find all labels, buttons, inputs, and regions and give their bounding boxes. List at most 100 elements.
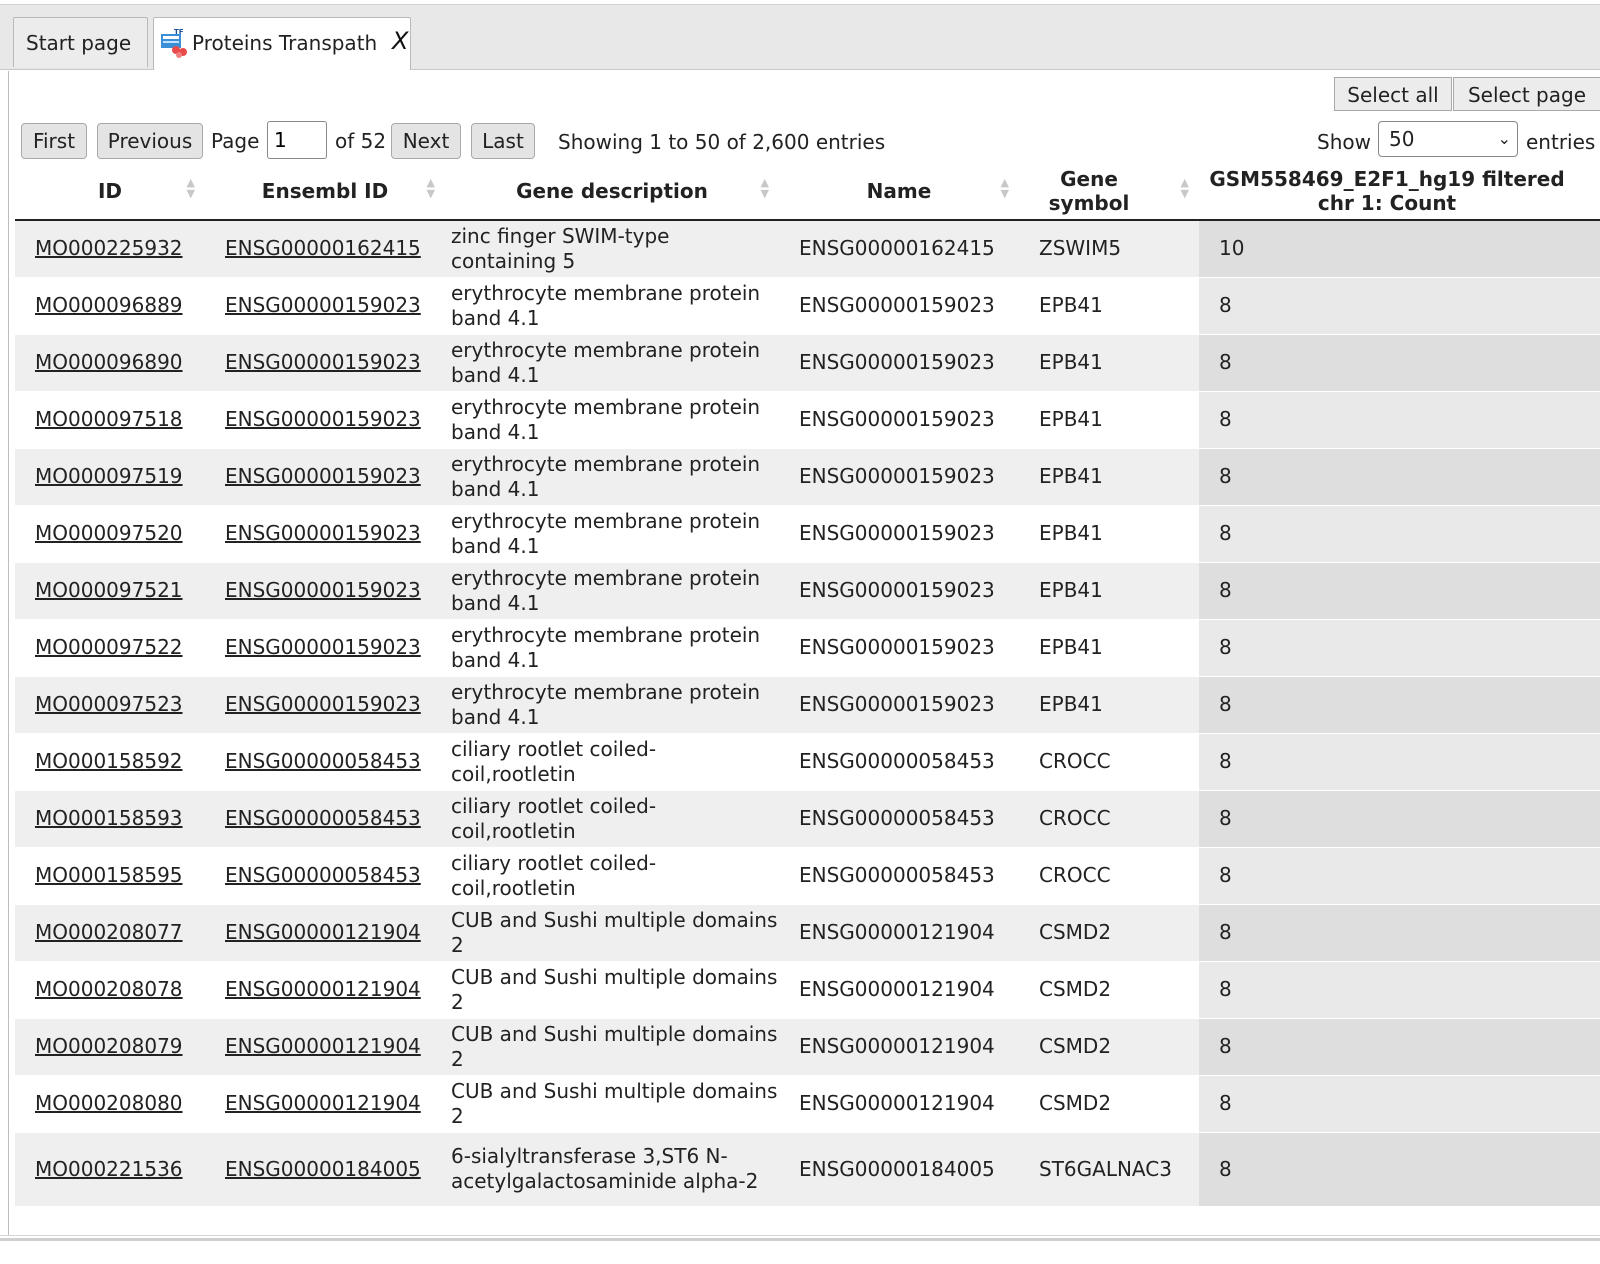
table-row[interactable]: MO000097519 ENSG00000159023 erythrocyte me… (15, 447, 1600, 505)
ensembl-id-link[interactable]: ENSG00000159023 (205, 675, 445, 733)
close-tab-icon[interactable]: X (392, 16, 408, 66)
row-id-link[interactable]: MO000208078 (15, 960, 205, 1018)
gene-description: CUB and Sushi multiple domains 2 (445, 960, 779, 1018)
next-page-button[interactable]: Next (391, 123, 461, 159)
last-page-button[interactable]: Last (471, 123, 535, 159)
row-id-link[interactable]: MO000096890 (15, 333, 205, 391)
table-row[interactable]: MO000096890 ENSG00000159023 erythrocyte me… (15, 333, 1600, 391)
table-header-row: ID ▲ ▼ Ensembl ID ▲ ▼ Gene description ▲ ▼ … (15, 163, 1600, 221)
row-id-link[interactable]: MO000097520 (15, 504, 205, 562)
ensembl-id-link[interactable]: ENSG00000159023 (205, 618, 445, 676)
table-row[interactable]: MO000208078 ENSG00000121904 CUB and Sushi … (15, 960, 1600, 1018)
table-row[interactable]: MO000208080 ENSG00000121904 CUB and Sushi … (15, 1074, 1600, 1132)
select-page-button[interactable]: Select page (1453, 77, 1600, 111)
gene-symbol: CROCC (1019, 846, 1199, 904)
previous-page-button[interactable]: Previous (97, 123, 203, 159)
tab-proteins-label: Proteins Transpath (192, 31, 378, 55)
column-header-symbol-label: Gene symbol (1048, 167, 1130, 215)
table-row[interactable]: MO000225932 ENSG00000162415 zinc finger SW… (15, 219, 1600, 277)
ensembl-id-link[interactable]: ENSG00000058453 (205, 846, 445, 904)
row-id-link[interactable]: MO000097519 (15, 447, 205, 505)
count-value: 8 (1199, 846, 1600, 904)
page-number-input[interactable] (267, 121, 327, 159)
row-id-link[interactable]: MO000096889 (15, 276, 205, 334)
table-row[interactable]: MO000158593 ENSG00000058453 ciliary rootle… (15, 789, 1600, 847)
gene-symbol: CSMD2 (1019, 960, 1199, 1018)
table-row[interactable]: MO000158592 ENSG00000058453 ciliary rootle… (15, 732, 1600, 790)
ensembl-id-link[interactable]: ENSG00000159023 (205, 447, 445, 505)
row-id-link[interactable]: MO000097523 (15, 675, 205, 733)
gene-description: ciliary rootlet coiled-coil,rootletin (445, 732, 779, 790)
ensembl-id-link[interactable]: ENSG00000159023 (205, 276, 445, 334)
sort-arrows-icon: ▲ ▼ (1180, 176, 1189, 200)
table-row[interactable]: MO000097520 ENSG00000159023 erythrocyte me… (15, 504, 1600, 562)
gene-symbol: CSMD2 (1019, 903, 1199, 961)
tab-bar: Start page TF Proteins Transpath X (0, 5, 1600, 70)
gene-name: ENSG00000162415 (779, 219, 1019, 277)
entries-label: entries (1526, 130, 1596, 154)
select-all-button[interactable]: Select all (1334, 77, 1452, 111)
table-row[interactable]: MO000097522 ENSG00000159023 erythrocyte me… (15, 618, 1600, 676)
tab-start-page[interactable]: Start page (13, 17, 148, 67)
ensembl-id-link[interactable]: ENSG00000121904 (205, 1074, 445, 1132)
ensembl-id-link[interactable]: ENSG00000184005 (205, 1131, 445, 1206)
row-id-link[interactable]: MO000208077 (15, 903, 205, 961)
table-row[interactable]: MO000158595 ENSG00000058453 ciliary rootle… (15, 846, 1600, 904)
gene-name: ENSG00000159023 (779, 390, 1019, 448)
column-header-name[interactable]: Name ▲ ▼ (779, 163, 1019, 221)
table-row[interactable]: MO000097523 ENSG00000159023 erythrocyte me… (15, 675, 1600, 733)
column-header-gene-symbol[interactable]: Gene symbol ▲ ▼ (1019, 163, 1199, 221)
row-id-link[interactable]: MO000208079 (15, 1017, 205, 1075)
ensembl-id-link[interactable]: ENSG00000159023 (205, 390, 445, 448)
ensembl-id-link[interactable]: ENSG00000058453 (205, 732, 445, 790)
table-row[interactable]: MO000221536 ENSG00000184005 6-sialyltransf… (15, 1131, 1600, 1206)
gene-description: CUB and Sushi multiple domains 2 (445, 1074, 779, 1132)
table-network-icon: TF (161, 28, 187, 58)
row-id-link[interactable]: MO000158595 (15, 846, 205, 904)
gene-name: ENSG00000121904 (779, 1074, 1019, 1132)
row-id-link[interactable]: MO000097518 (15, 390, 205, 448)
table-row[interactable]: MO000208079 ENSG00000121904 CUB and Sushi … (15, 1017, 1600, 1075)
column-header-count-label: GSM558469_E2F1_hg19 filtered chr 1: Coun… (1209, 167, 1565, 215)
gene-name: ENSG00000159023 (779, 276, 1019, 334)
ensembl-id-link[interactable]: ENSG00000159023 (205, 561, 445, 619)
row-id-link[interactable]: MO000097521 (15, 561, 205, 619)
ensembl-id-link[interactable]: ENSG00000159023 (205, 504, 445, 562)
count-value: 8 (1199, 960, 1600, 1018)
gene-description: erythrocyte membrane protein band 4.1 (445, 618, 779, 676)
gene-name: ENSG00000159023 (779, 447, 1019, 505)
row-id-link[interactable]: MO000158592 (15, 732, 205, 790)
table-row[interactable]: MO000097521 ENSG00000159023 erythrocyte me… (15, 561, 1600, 619)
ensembl-id-link[interactable]: ENSG00000121904 (205, 960, 445, 1018)
column-header-ensembl-label: Ensembl ID (261, 179, 389, 203)
tab-proteins-transpath[interactable]: TF Proteins Transpath X (153, 17, 411, 70)
first-page-button[interactable]: First (21, 123, 87, 159)
table-row[interactable]: MO000208077 ENSG00000121904 CUB and Sushi … (15, 903, 1600, 961)
row-id-link[interactable]: MO000097522 (15, 618, 205, 676)
row-id-link[interactable]: MO000225932 (15, 219, 205, 277)
gene-name: ENSG00000058453 (779, 846, 1019, 904)
gene-description: ciliary rootlet coiled-coil,rootletin (445, 789, 779, 847)
ensembl-id-link[interactable]: ENSG00000162415 (205, 219, 445, 277)
ensembl-id-link[interactable]: ENSG00000058453 (205, 789, 445, 847)
count-value: 8 (1199, 675, 1600, 733)
ensembl-id-link[interactable]: ENSG00000121904 (205, 903, 445, 961)
row-id-link[interactable]: MO000208080 (15, 1074, 205, 1132)
table-row[interactable]: MO000096889 ENSG00000159023 erythrocyte me… (15, 276, 1600, 334)
column-header-gene-description[interactable]: Gene description ▲ ▼ (445, 163, 779, 221)
column-header-ensembl-id[interactable]: Ensembl ID ▲ ▼ (205, 163, 445, 221)
row-id-link[interactable]: MO000158593 (15, 789, 205, 847)
gene-symbol: CSMD2 (1019, 1017, 1199, 1075)
table-row[interactable]: MO000097518 ENSG00000159023 erythrocyte me… (15, 390, 1600, 448)
gene-symbol: ZSWIM5 (1019, 219, 1199, 277)
ensembl-id-link[interactable]: ENSG00000159023 (205, 333, 445, 391)
page-size-select[interactable]: 50 ⌄ (1378, 121, 1518, 157)
ensembl-id-link[interactable]: ENSG00000121904 (205, 1017, 445, 1075)
column-header-id[interactable]: ID ▲ ▼ (15, 163, 205, 221)
page-count-label: of 52 (335, 129, 387, 153)
horizontal-scrollbar[interactable] (0, 1235, 1600, 1264)
gene-name: ENSG00000159023 (779, 618, 1019, 676)
row-id-link[interactable]: MO000221536 (15, 1131, 205, 1206)
column-header-count[interactable]: GSM558469_E2F1_hg19 filtered chr 1: Coun… (1199, 163, 1600, 221)
gene-name: ENSG00000121904 (779, 960, 1019, 1018)
